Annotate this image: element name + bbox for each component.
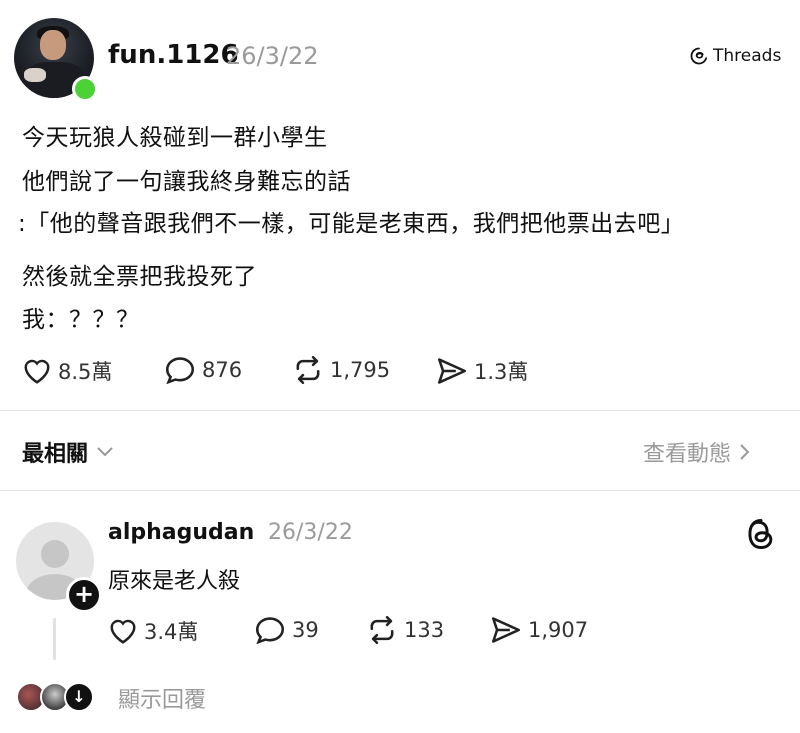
comment-icon	[255, 617, 285, 644]
author-username[interactable]: fun.1126	[108, 40, 239, 70]
post-line-3: :「他的聲音跟我們不一樣，可能是老東西，我們把他票出去吧」	[18, 211, 685, 237]
reply-username[interactable]: alphagudan	[108, 520, 254, 545]
reply-comment-button[interactable]: 39	[254, 616, 319, 644]
post-date: 26/3/22	[226, 42, 319, 70]
repost-count: 1,795	[330, 358, 391, 382]
show-replies-link[interactable]: 顯示回覆	[118, 682, 206, 714]
reply-comment-count: 39	[292, 618, 319, 642]
follow-plus-icon[interactable]: +	[66, 577, 102, 613]
threads-logo-icon	[748, 518, 773, 550]
reply-like-button[interactable]: 3.4萬	[108, 616, 198, 646]
threads-logo-icon	[690, 47, 708, 65]
reply-share-button[interactable]: 1,907	[490, 616, 588, 644]
chevron-right-icon	[740, 444, 750, 460]
reply-date: 26/3/22	[268, 520, 353, 545]
post-line-1: 今天玩狼人殺碰到一群小學生	[22, 125, 328, 151]
send-icon	[492, 617, 520, 643]
reply-text: 原來是老人殺	[108, 569, 241, 594]
expand-replies-icon[interactable]: ↓	[64, 682, 94, 712]
reply-repost-button[interactable]: 133	[366, 616, 444, 644]
share-count: 1.3萬	[474, 360, 529, 384]
post-line-2: 他們說了一句讓我終身難忘的話	[22, 169, 351, 195]
view-activity-link[interactable]: 查看動態	[643, 436, 751, 468]
threads-brand-label: Threads	[713, 46, 782, 66]
repost-icon	[370, 616, 394, 644]
reply-like-count: 3.4萬	[144, 620, 199, 644]
reply-repost-count: 133	[404, 618, 445, 642]
threads-icon[interactable]	[746, 518, 776, 554]
comment-icon	[165, 357, 195, 384]
reply-share-count: 1,907	[528, 618, 589, 642]
heart-icon	[110, 619, 136, 644]
divider	[0, 410, 800, 411]
repost-icon	[296, 356, 320, 384]
post-line-4: 然後就全票把我投死了	[22, 264, 257, 290]
threads-brand[interactable]: Threads	[690, 46, 781, 66]
repost-button[interactable]: 1,795	[292, 356, 390, 384]
sort-dropdown[interactable]: 最相關	[22, 436, 114, 468]
post-line-5: 我：？？？	[22, 307, 140, 333]
divider	[0, 490, 800, 491]
comment-button[interactable]: 876	[164, 356, 242, 384]
comment-count: 876	[202, 358, 243, 382]
thread-line	[53, 618, 56, 660]
like-button[interactable]: 8.5萬	[22, 356, 112, 386]
online-status-dot	[72, 76, 98, 102]
heart-icon	[24, 359, 50, 384]
like-count: 8.5萬	[58, 360, 113, 384]
chevron-down-icon	[97, 447, 113, 457]
share-button[interactable]: 1.3萬	[436, 356, 528, 386]
view-activity-label: 查看動態	[643, 442, 732, 467]
sort-label: 最相關	[22, 442, 89, 467]
send-icon	[438, 358, 466, 384]
